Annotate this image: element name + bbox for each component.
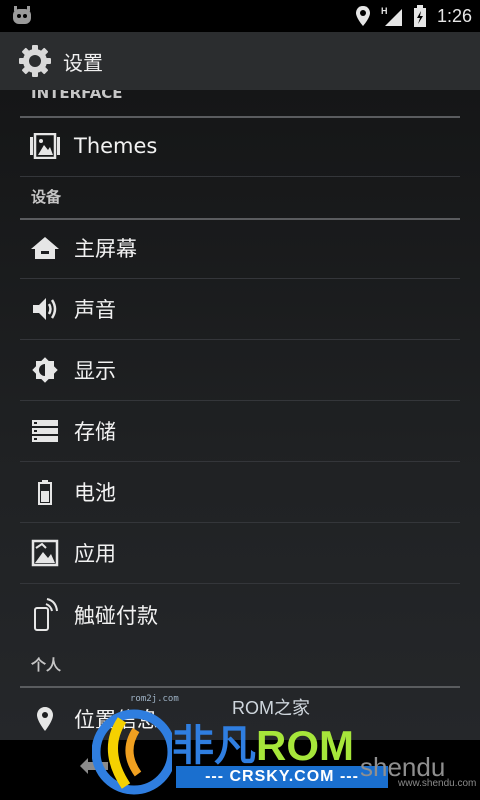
settings-item-label: Themes (74, 134, 158, 158)
themes-icon (30, 133, 60, 159)
watermark-feifan: 非凡ROM (172, 712, 354, 773)
settings-item-label: 显示 (74, 359, 116, 383)
watermark-feifan-cn: 非凡 (172, 722, 257, 769)
settings-item-label: 主屏幕 (74, 237, 137, 261)
feifan-logo-icon (92, 709, 172, 795)
settings-item-label: 存储 (74, 420, 116, 444)
watermark-crsky: --- CRSKY.COM --- (176, 766, 388, 788)
home-icon (31, 237, 59, 259)
watermark-feifan-rom: ROM (256, 722, 355, 769)
location-icon (355, 6, 370, 26)
settings-item-apps[interactable]: 应用 (20, 523, 460, 584)
section-header-personal: 个人 (20, 654, 460, 688)
battery-icon (413, 5, 426, 27)
settings-item-label: 触碰付款 (74, 603, 158, 628)
section-header-label: 设备 (31, 188, 62, 206)
settings-item-nfc-payment[interactable]: 触碰付款 (20, 584, 460, 645)
cyanogenmod-icon (13, 6, 31, 24)
settings-item-label: 声音 (74, 298, 116, 322)
settings-list[interactable]: INTERFACE Themes 设备 主屏幕 声音 显示 存储 电池 应用 触… (0, 90, 480, 740)
location-icon (37, 706, 53, 731)
settings-item-sound[interactable]: 声音 (20, 279, 460, 340)
page-title: 设置 (63, 50, 103, 75)
gear-icon[interactable] (17, 43, 53, 79)
sound-icon (33, 298, 57, 320)
settings-item-themes[interactable]: Themes (20, 116, 460, 177)
status-time: 1:26 (436, 5, 472, 26)
battery-icon (38, 480, 52, 505)
status-bar: H 1:26 (0, 0, 480, 32)
storage-icon (32, 420, 58, 442)
section-header-label: 个人 (31, 656, 62, 674)
settings-item-storage[interactable]: 存储 (20, 401, 460, 462)
section-header-interface: INTERFACE (20, 90, 460, 118)
settings-item-home[interactable]: 主屏幕 (20, 218, 460, 279)
settings-item-label: 电池 (74, 481, 116, 505)
settings-item-label: 应用 (74, 542, 116, 566)
action-bar: 设置 (0, 32, 480, 90)
svg-text:H: H (381, 6, 388, 16)
section-header-label: INTERFACE (31, 90, 123, 102)
watermark-rom2j: rom2j.com (130, 694, 179, 704)
display-icon (32, 357, 58, 383)
apps-icon (31, 539, 59, 567)
settings-item-display[interactable]: 显示 (20, 340, 460, 401)
section-header-device: 设备 (20, 186, 460, 220)
nfc-payment-icon (34, 597, 58, 631)
signal-icon: H (381, 6, 402, 26)
watermark-shendu-url: www.shendu.com (398, 778, 477, 789)
settings-item-battery[interactable]: 电池 (20, 462, 460, 523)
